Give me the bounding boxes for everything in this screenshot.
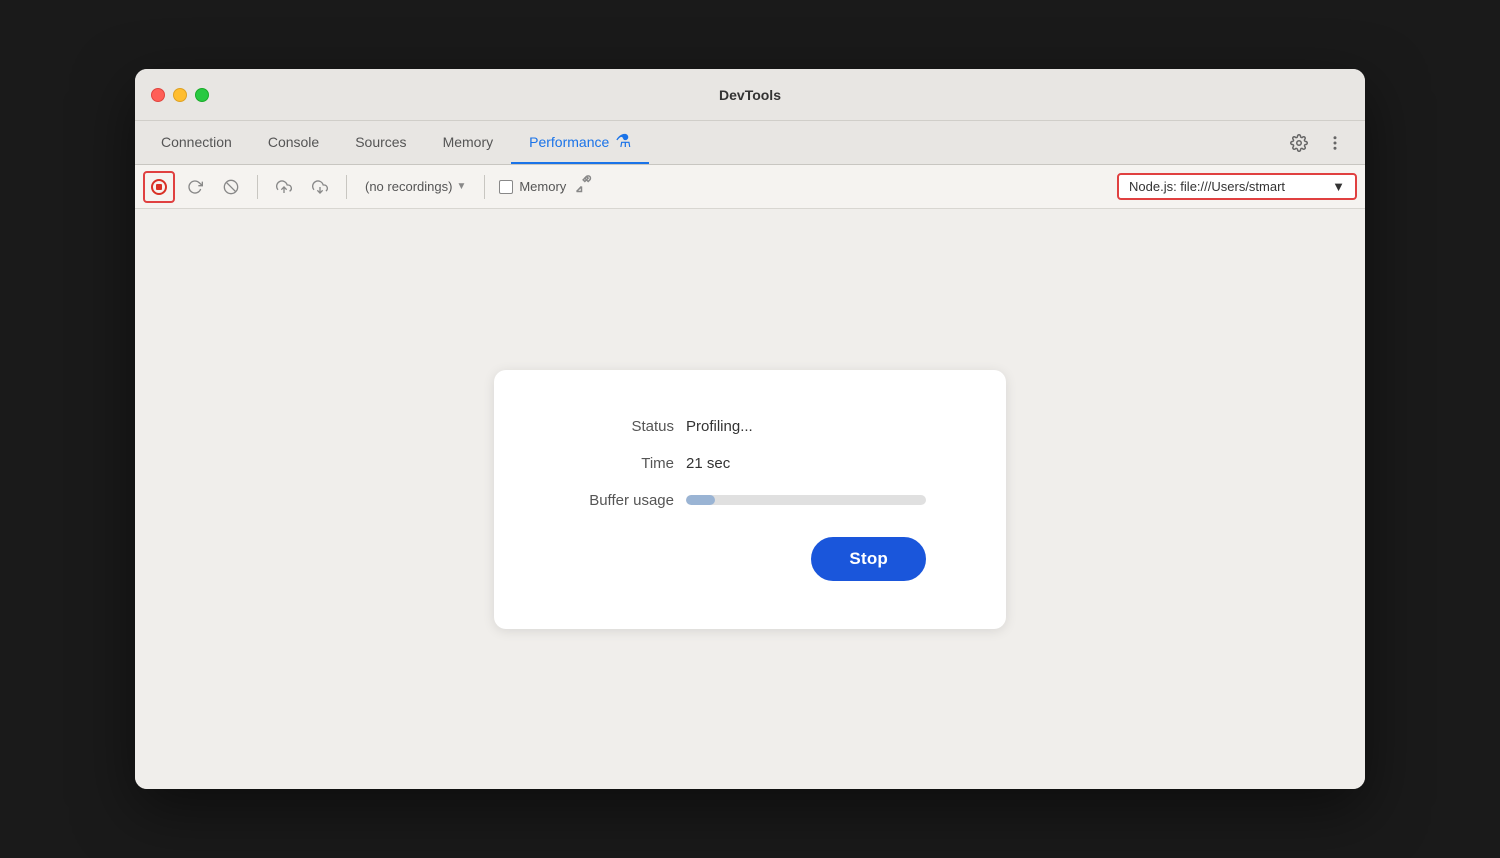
recordings-dropdown[interactable]: (no recordings) ▼ (357, 175, 474, 198)
window-title: DevTools (719, 87, 781, 103)
record-button[interactable] (143, 171, 175, 203)
toolbar-divider-2 (346, 175, 347, 199)
status-value: Profiling... (686, 418, 753, 435)
reload-icon (187, 179, 203, 195)
tab-console-label: Console (268, 134, 319, 150)
record-icon (150, 178, 168, 196)
ellipsis-icon (1326, 134, 1344, 152)
clean-button[interactable] (570, 174, 598, 199)
tabs-actions (1285, 121, 1357, 164)
memory-section: Memory (499, 179, 566, 194)
memory-checkbox[interactable] (499, 180, 513, 194)
flask-icon: ⚗ (615, 131, 631, 152)
toolbar-divider-1 (257, 175, 258, 199)
profiling-card: Status Profiling... Time 21 sec Buffer u… (494, 370, 1006, 629)
buffer-row: Buffer usage (574, 492, 926, 509)
stop-btn-row: Stop (574, 537, 926, 581)
tab-connection-label: Connection (161, 134, 232, 150)
upload-icon (276, 179, 292, 195)
tab-console[interactable]: Console (250, 121, 337, 164)
tab-sources[interactable]: Sources (337, 121, 424, 164)
settings-button[interactable] (1285, 129, 1313, 157)
time-row: Time 21 sec (574, 455, 926, 472)
fullscreen-button[interactable] (195, 88, 209, 102)
stop-button[interactable]: Stop (811, 537, 926, 581)
tab-sources-label: Sources (355, 134, 406, 150)
toolbar: (no recordings) ▼ Memory Node.js: file:/… (135, 165, 1365, 209)
tab-memory-label: Memory (443, 134, 494, 150)
memory-label: Memory (519, 179, 566, 194)
titlebar: DevTools (135, 69, 1365, 121)
cancel-button[interactable] (215, 171, 247, 203)
buffer-progress-fill (686, 495, 715, 505)
ban-icon (223, 179, 239, 195)
main-content: Status Profiling... Time 21 sec Buffer u… (135, 209, 1365, 789)
target-dropdown-arrow-icon: ▼ (1332, 179, 1345, 194)
gear-icon (1290, 134, 1308, 152)
traffic-lights (151, 88, 209, 102)
tab-performance[interactable]: Performance ⚗ (511, 121, 649, 164)
upload-button[interactable] (268, 171, 300, 203)
dropdown-arrow-icon: ▼ (456, 181, 466, 192)
close-button[interactable] (151, 88, 165, 102)
tab-performance-label: Performance (529, 134, 609, 150)
recordings-placeholder: (no recordings) (365, 179, 452, 194)
devtools-window: DevTools Connection Console Sources Memo… (135, 69, 1365, 789)
reload-button[interactable] (179, 171, 211, 203)
target-label: Node.js: file:///Users/stmart (1129, 179, 1285, 194)
status-label: Status (574, 418, 674, 435)
toolbar-divider-3 (484, 175, 485, 199)
target-dropdown[interactable]: Node.js: file:///Users/stmart ▼ (1117, 173, 1357, 200)
tabs-bar: Connection Console Sources Memory Perfor… (135, 121, 1365, 165)
status-row: Status Profiling... (574, 418, 926, 435)
buffer-progress-bar (686, 495, 926, 505)
tab-connection[interactable]: Connection (143, 121, 250, 164)
broom-icon (574, 174, 594, 194)
download-icon (312, 179, 328, 195)
download-button[interactable] (304, 171, 336, 203)
time-label: Time (574, 455, 674, 472)
minimize-button[interactable] (173, 88, 187, 102)
tabs-spacer (649, 121, 1285, 164)
time-value: 21 sec (686, 455, 730, 472)
buffer-label: Buffer usage (574, 492, 674, 509)
more-options-button[interactable] (1321, 129, 1349, 157)
tab-memory[interactable]: Memory (425, 121, 512, 164)
